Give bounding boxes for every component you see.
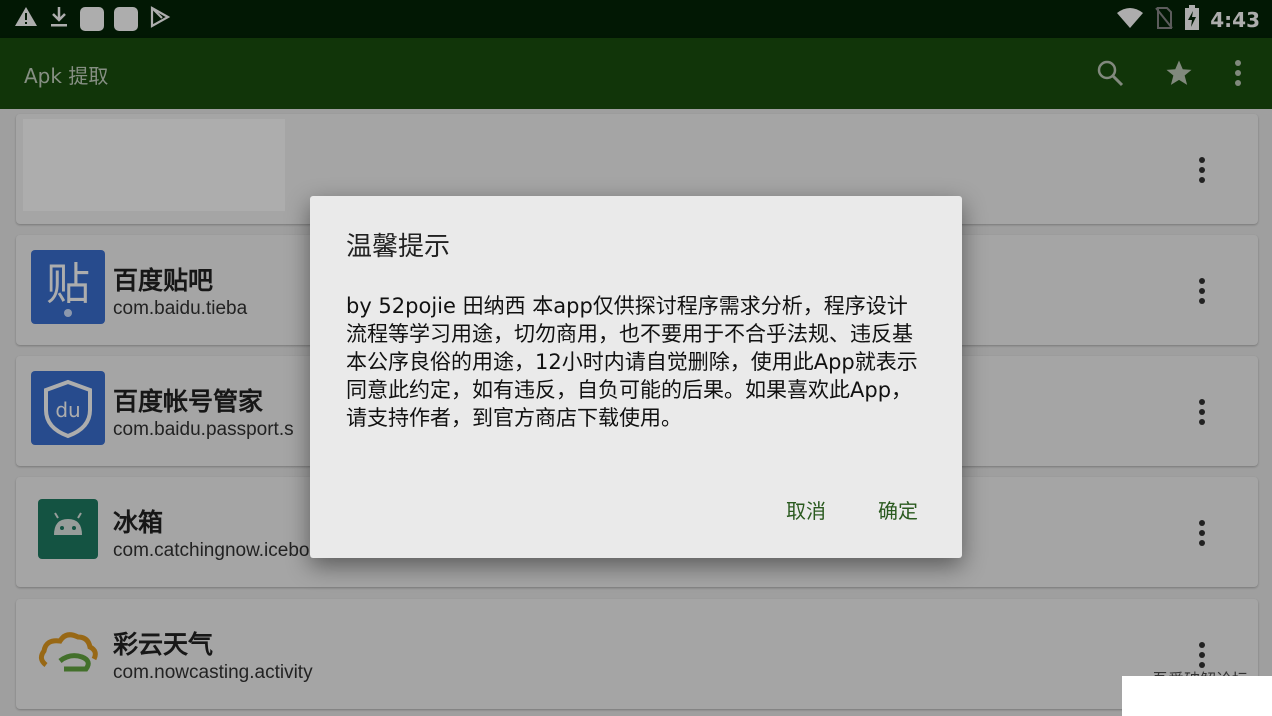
dialog-message: by 52pojie 田纳西 本app仅供探讨程序需求分析，程序设计流程等学习用…	[346, 294, 918, 430]
watermark-cover	[1122, 676, 1272, 716]
confirm-button[interactable]: 确定	[878, 495, 918, 524]
dialog-title: 温馨提示	[346, 232, 451, 262]
notice-dialog: 温馨提示 by 52pojie 田纳西 本app仅供探讨程序需求分析，程序设计流…	[310, 196, 962, 558]
cancel-button[interactable]: 取消	[786, 495, 826, 524]
